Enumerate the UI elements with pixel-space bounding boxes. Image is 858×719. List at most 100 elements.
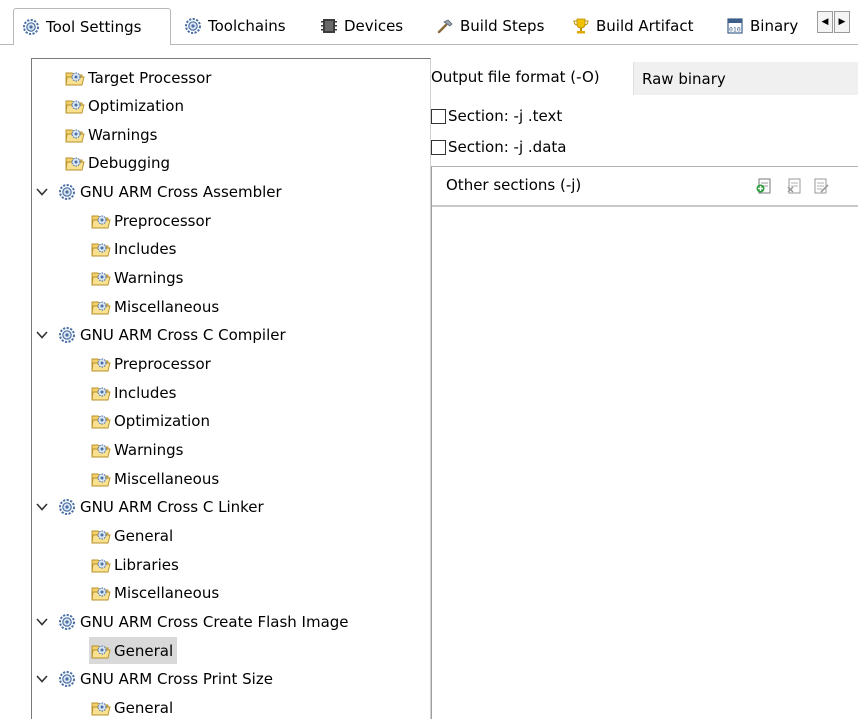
folder-tool-icon: [91, 645, 111, 658]
tree-item[interactable]: Miscellaneous: [89, 293, 223, 320]
tab-devices[interactable]: Devices: [312, 8, 425, 44]
arrow-left-icon: ◀: [821, 17, 829, 27]
add-icon[interactable]: [755, 177, 773, 195]
tree-item-label: Target Processor: [88, 68, 212, 87]
tree-item[interactable]: General: [89, 522, 177, 549]
tree-item[interactable]: Target Processor: [63, 64, 215, 91]
tree-item-label: Preprocessor: [114, 211, 211, 230]
tree-item-label: Warnings: [88, 125, 158, 144]
tree-item[interactable]: Warnings: [89, 265, 188, 292]
svg-text:010: 010: [729, 26, 741, 34]
folder-tool-icon: [91, 215, 111, 229]
tree-item[interactable]: General: [89, 694, 177, 719]
chevron-down-icon[interactable]: [35, 185, 49, 199]
tree-item[interactable]: Debugging: [63, 150, 174, 177]
delete-icon[interactable]: [785, 177, 803, 195]
tree-item[interactable]: GNU ARM Cross C Linker: [33, 494, 268, 521]
gear-icon: [59, 327, 75, 344]
tab-tool-settings[interactable]: Tool Settings: [13, 8, 171, 45]
gear-icon: [185, 18, 201, 34]
section-data-label: Section: -j .data: [448, 138, 567, 156]
section-text-checkbox[interactable]: [431, 108, 446, 124]
folder-tool-icon: [65, 100, 85, 114]
folder-tool-icon: [91, 387, 111, 401]
tree-item[interactable]: Libraries: [89, 551, 183, 578]
chevron-down-icon[interactable]: [35, 500, 49, 514]
folder-tool-icon: [91, 702, 111, 716]
output-format-value: Raw binary: [642, 69, 726, 88]
output-format-select[interactable]: Raw binary: [633, 62, 858, 95]
tree-item[interactable]: Warnings: [63, 121, 162, 148]
settings-tree[interactable]: Target Processor Optimization Warnings D…: [31, 58, 431, 719]
tree-item-label: Miscellaneous: [114, 469, 220, 488]
tree-item[interactable]: General: [89, 637, 178, 664]
other-sections-header: Other sections (-j): [432, 167, 858, 207]
tree-item-label: Preprocessor: [114, 355, 211, 373]
tree-item-label: Includes: [114, 383, 177, 402]
tree-item[interactable]: GNU ARM Cross Create Flash Image: [33, 608, 353, 635]
tree-item[interactable]: Preprocessor: [89, 207, 215, 234]
tab-binary[interactable]: 010 Binary: [718, 8, 811, 44]
tree-item[interactable]: Miscellaneous: [89, 465, 223, 492]
folder-tool-icon: [91, 415, 111, 429]
tree-item[interactable]: Includes: [89, 236, 180, 263]
tree-item-label: GNU ARM Cross Print Size: [80, 670, 273, 689]
folder-tool-icon: [65, 157, 85, 171]
settings-panel: Output file format (-O) Raw binary Secti…: [431, 58, 858, 719]
chevron-down-icon[interactable]: [35, 672, 49, 686]
chevron-down-icon[interactable]: [35, 615, 49, 629]
arrow-right-icon: ▶: [838, 17, 846, 27]
trophy-icon: [573, 18, 589, 34]
tab-scroll-right-button[interactable]: ▶: [834, 11, 850, 33]
tree-item[interactable]: Optimization: [63, 93, 188, 120]
other-sections-label: Other sections (-j): [446, 176, 582, 194]
section-data-option[interactable]: Section: -j .data: [431, 138, 566, 156]
folder-tool-icon: [91, 301, 111, 315]
edit-icon[interactable]: [812, 177, 830, 195]
tree-item[interactable]: GNU ARM Cross C Compiler: [33, 322, 290, 349]
tab-label: Tool Settings: [46, 18, 142, 36]
binary-file-icon: 010: [727, 18, 743, 34]
tree-item-label: Optimization: [114, 412, 210, 431]
other-sections-list[interactable]: Other sections (-j): [431, 166, 858, 719]
section-data-checkbox[interactable]: [431, 139, 446, 155]
tree-item[interactable]: GNU ARM Cross Print Size: [33, 666, 277, 693]
tab-label: Build Steps: [460, 17, 545, 35]
tab-build-steps[interactable]: Build Steps: [428, 8, 560, 44]
tree-item[interactable]: Warnings: [89, 436, 188, 463]
folder-tool-icon: [65, 72, 85, 85]
section-text-label: Section: -j .text: [448, 107, 563, 125]
tree-item-label: General: [114, 698, 174, 717]
chevron-down-icon[interactable]: [35, 328, 49, 342]
tree-item-label: General: [114, 641, 174, 660]
gear-icon: [59, 184, 75, 201]
tab-label: Binary: [750, 17, 799, 35]
tab-toolchains[interactable]: Toolchains: [176, 8, 308, 44]
folder-tool-icon: [91, 358, 111, 372]
folder-tool-icon: [91, 530, 111, 544]
tree-item[interactable]: Miscellaneous: [89, 580, 223, 607]
tree-item[interactable]: Optimization: [89, 408, 214, 435]
folder-tool-icon: [91, 587, 111, 601]
tree-item-label: Warnings: [114, 269, 184, 288]
tab-scroll-left-button[interactable]: ◀: [817, 11, 833, 33]
tab-label: Devices: [344, 17, 404, 35]
tree-item-label: Libraries: [114, 555, 179, 574]
tree-item[interactable]: GNU ARM Cross Assembler: [33, 179, 286, 206]
tree-item-label: GNU ARM Cross Create Flash Image: [80, 612, 349, 631]
tree-item-label: General: [114, 526, 174, 545]
tree-item[interactable]: Includes: [89, 379, 180, 406]
tab-label: Build Artifact: [596, 17, 694, 35]
section-text-option[interactable]: Section: -j .text: [431, 107, 562, 125]
tab-bar: Tool Settings Toolchains Devices Build S…: [0, 0, 858, 45]
tab-build-artifact[interactable]: Build Artifact: [564, 8, 714, 44]
gear-icon: [59, 613, 75, 630]
tree-item-label: Warnings: [114, 440, 184, 459]
tab-label: Toolchains: [208, 17, 286, 35]
folder-tool-icon: [91, 473, 111, 487]
tree-item[interactable]: Preprocessor: [89, 351, 215, 378]
tree-item-label: GNU ARM Cross Assembler: [80, 183, 282, 202]
gear-icon: [59, 499, 75, 516]
tree-item-label: GNU ARM Cross C Linker: [80, 498, 264, 517]
folder-tool-icon: [91, 272, 111, 286]
